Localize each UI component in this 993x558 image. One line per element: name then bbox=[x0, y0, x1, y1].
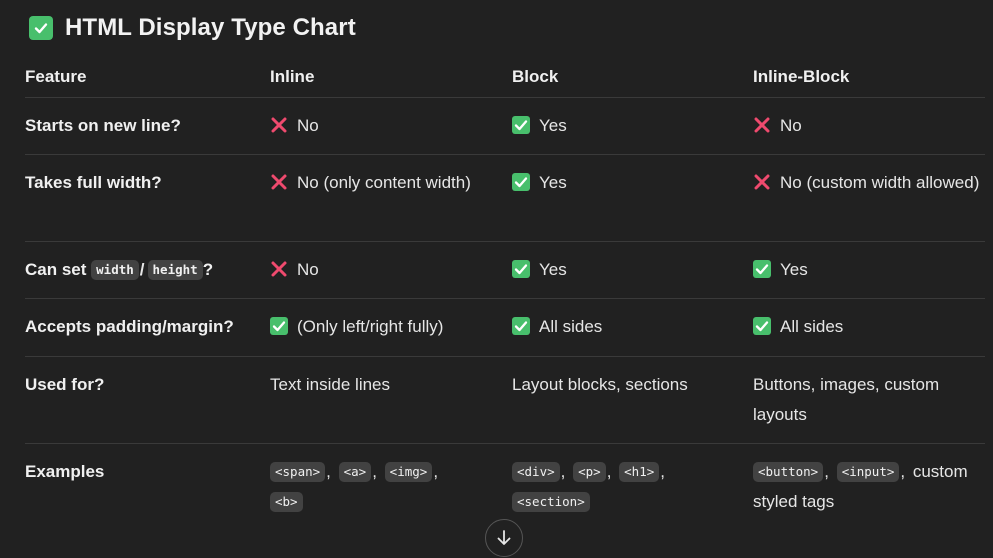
cell-text: No (only content width) bbox=[297, 173, 471, 192]
code-tag: <button> bbox=[753, 462, 824, 482]
code-tag: <p> bbox=[573, 462, 606, 482]
check-box-icon bbox=[512, 260, 530, 278]
cross-icon bbox=[753, 173, 771, 191]
code-tag: <img> bbox=[384, 462, 433, 482]
page-title: HTML Display Type Chart bbox=[65, 14, 356, 41]
check-box-icon bbox=[512, 317, 530, 335]
table-row: Used for? Text inside lines Layout block… bbox=[25, 357, 985, 444]
feature-separator: / bbox=[139, 260, 145, 279]
inline-cell: (Only left/right fully) bbox=[270, 312, 500, 342]
cell-text: Yes bbox=[539, 260, 567, 279]
cross-icon bbox=[270, 260, 288, 278]
block-cell: <div>, <p>, <h1>, <section> bbox=[512, 457, 742, 517]
table-row: Can set width / height? No Yes Yes bbox=[25, 242, 985, 299]
code-tag: <h1> bbox=[619, 462, 660, 482]
table-row: Examples <span>, <a>, <img>, <b> <div>, … bbox=[25, 444, 985, 524]
feature-cell: Examples bbox=[25, 462, 105, 481]
cell-text: No (custom width allowed) bbox=[780, 173, 980, 192]
inline-cell: <span>, <a>, <img>, <b> bbox=[270, 457, 500, 517]
feature-suffix: ? bbox=[202, 260, 214, 279]
block-cell: Yes bbox=[512, 111, 742, 141]
code-height: height bbox=[147, 260, 203, 280]
cell-text: Yes bbox=[780, 260, 808, 279]
inline-block-cell: Buttons, images, custom layouts bbox=[753, 375, 940, 424]
cell-text: No bbox=[780, 116, 802, 135]
code-tag: <span> bbox=[270, 462, 326, 482]
table-header-row: Feature Inline Block Inline-Block bbox=[25, 60, 985, 98]
cross-icon bbox=[270, 116, 288, 134]
check-box-icon bbox=[753, 317, 771, 335]
cell-text: No bbox=[297, 260, 319, 279]
code-width: width bbox=[91, 260, 139, 280]
inline-block-cell: No bbox=[753, 111, 985, 141]
code-tag: <input> bbox=[836, 462, 900, 482]
check-box-icon bbox=[512, 116, 530, 134]
block-cell: Yes bbox=[512, 255, 742, 285]
block-cell: Yes bbox=[512, 168, 742, 198]
inline-block-cell: <button>, <input>, custom styled tags bbox=[753, 462, 968, 511]
feature-cell: Starts on new line? bbox=[25, 116, 181, 135]
header-inline-block: Inline-Block bbox=[753, 67, 850, 86]
check-box-icon bbox=[270, 317, 288, 335]
inline-block-cell: Yes bbox=[753, 255, 985, 285]
code-tag: <section> bbox=[512, 492, 590, 512]
cross-icon bbox=[270, 173, 288, 191]
header-feature: Feature bbox=[25, 67, 87, 86]
cell-text: Yes bbox=[539, 173, 567, 192]
feature-cell: Accepts padding/margin? bbox=[25, 317, 234, 336]
header-block: Block bbox=[512, 67, 559, 86]
feature-cell: Can set width / height? bbox=[25, 255, 265, 285]
feature-cell: Takes full width? bbox=[25, 173, 162, 192]
code-tag: <b> bbox=[270, 492, 303, 512]
feature-cell: Used for? bbox=[25, 375, 105, 394]
table-row: Starts on new line? No Yes No bbox=[25, 98, 985, 155]
cell-text: Yes bbox=[539, 116, 567, 135]
cell-text: (Only left/right fully) bbox=[297, 317, 444, 336]
cell-text: All sides bbox=[780, 317, 844, 336]
header-inline: Inline bbox=[270, 67, 315, 86]
chart-title-row: HTML Display Type Chart bbox=[29, 12, 356, 44]
table-row: Accepts padding/margin? (Only left/right… bbox=[25, 299, 985, 357]
table-row: Takes full width? No (only content width… bbox=[25, 155, 985, 242]
inline-cell: No (only content width) bbox=[270, 168, 500, 198]
inline-block-cell: No (custom width allowed) bbox=[753, 168, 985, 198]
cross-icon bbox=[753, 116, 771, 134]
code-tag: <div> bbox=[512, 462, 560, 482]
inline-cell: No bbox=[270, 255, 500, 285]
inline-cell: No bbox=[270, 111, 500, 141]
code-tag: <a> bbox=[338, 462, 372, 482]
inline-cell: Text inside lines bbox=[270, 375, 391, 394]
cell-text: No bbox=[297, 116, 319, 135]
inline-block-cell: All sides bbox=[753, 312, 985, 342]
check-box-icon bbox=[512, 173, 530, 191]
cell-text: All sides bbox=[539, 317, 603, 336]
feature-prefix: Can set bbox=[25, 260, 87, 279]
arrow-down-icon bbox=[497, 530, 511, 545]
check-box-icon bbox=[29, 16, 53, 40]
scroll-to-bottom-button[interactable] bbox=[485, 519, 523, 557]
block-cell: Layout blocks, sections bbox=[512, 375, 688, 394]
display-type-table: Feature Inline Block Inline-Block Starts… bbox=[25, 60, 985, 524]
block-cell: All sides bbox=[512, 312, 742, 342]
check-box-icon bbox=[753, 260, 771, 278]
